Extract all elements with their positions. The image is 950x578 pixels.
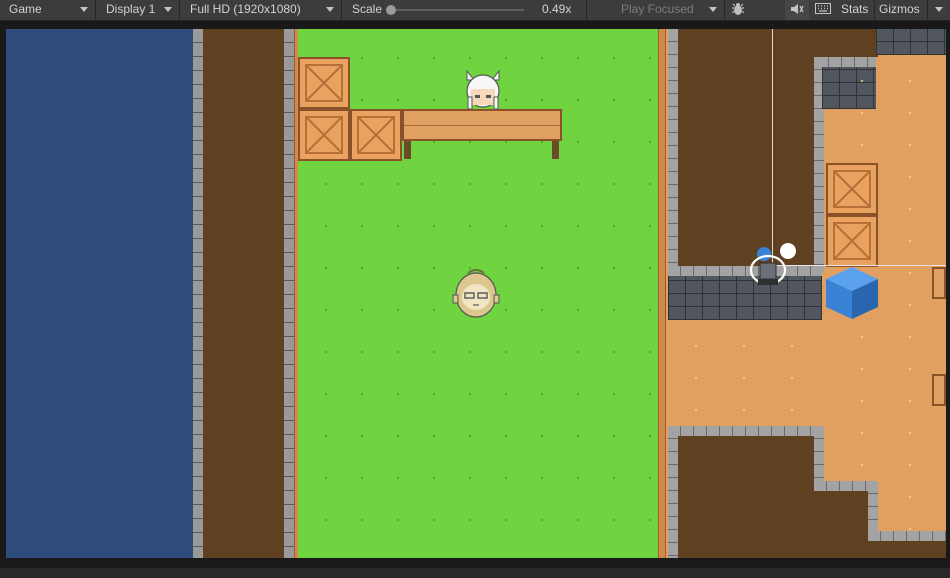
debug-toggle[interactable] — [726, 0, 750, 20]
brick-wall-top-right — [876, 29, 946, 55]
display-dropdown[interactable]: Display 1 — [97, 0, 180, 20]
display-label: Display 1 — [106, 2, 156, 16]
player-sprite[interactable] — [744, 241, 800, 294]
stone-wall-lower-right — [814, 426, 824, 483]
mute-audio-icon — [790, 3, 804, 18]
scale-slider-handle[interactable] — [386, 5, 396, 15]
crate — [826, 163, 878, 215]
dirt-path-left — [203, 29, 284, 558]
dirt-room-bottom-right — [876, 541, 946, 558]
stone-cap-lower-step — [814, 481, 876, 491]
resolution-label: Full HD (1920x1080) — [190, 2, 301, 16]
bottom-panel-tabs — [0, 568, 950, 578]
stone-wall-lower-left — [668, 426, 678, 558]
stats-label: Stats — [841, 2, 869, 16]
blue-cube — [824, 265, 880, 324]
dirt-room-corner — [816, 29, 878, 57]
crate — [298, 57, 350, 109]
gizmos-label: Gizmos — [879, 2, 920, 16]
crate — [298, 109, 350, 161]
dirt-room-lower-step — [814, 491, 876, 558]
bench-leg — [404, 141, 411, 159]
white-haired-cat-girl-sprite — [458, 67, 508, 114]
view-mode-dropdown[interactable]: Game — [0, 0, 96, 20]
wood-edge-right — [658, 29, 666, 558]
stone-wall-left — [193, 29, 203, 558]
play-mode-label: Play Focused — [621, 2, 694, 16]
green-haired-girl-sprite — [450, 265, 502, 328]
game-viewport[interactable] — [6, 29, 946, 558]
shortcuts-button[interactable] — [810, 0, 836, 20]
crate — [826, 215, 878, 267]
gizmos-button[interactable]: Gizmos — [876, 0, 928, 20]
water-area — [6, 29, 193, 558]
scale-slider-track[interactable] — [391, 9, 524, 11]
game-view-toolbar: Game Display 1 Full HD (1920x1080) Scale… — [0, 0, 950, 21]
bench-leg — [552, 141, 559, 159]
play-mode-dropdown[interactable]: Play Focused — [612, 0, 725, 20]
wood-floor-middle — [660, 320, 830, 425]
gizmos-menu-dropdown[interactable] — [929, 0, 950, 20]
stats-button[interactable]: Stats — [837, 0, 875, 20]
stone-cap-bottom-right — [868, 531, 946, 541]
keyboard-icon — [815, 3, 831, 17]
stone-wall-room-left — [668, 29, 678, 274]
dirt-room-top — [676, 29, 816, 266]
bug-icon — [731, 2, 745, 19]
stone-cap-room-lower — [668, 426, 822, 436]
view-mode-label: Game — [9, 2, 42, 16]
scale-value: 0.49x — [542, 2, 572, 16]
dirt-room-lower — [678, 436, 814, 558]
crate — [350, 109, 402, 161]
bench-edge — [932, 267, 946, 299]
gizmo-guide-line — [772, 29, 773, 274]
bench-edge — [932, 374, 946, 406]
mute-audio-toggle[interactable] — [785, 0, 809, 20]
resolution-dropdown[interactable]: Full HD (1920x1080) — [181, 0, 342, 20]
stone-wall-center — [284, 29, 294, 558]
scale-label: Scale — [352, 2, 383, 16]
